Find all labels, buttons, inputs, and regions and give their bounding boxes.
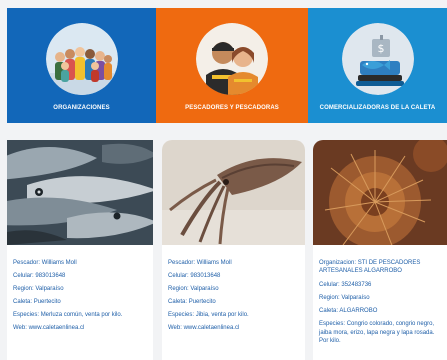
field-celular: Celular: 983013648	[13, 273, 66, 279]
field-web: Web: www.caletaenlinea.cl	[168, 325, 240, 331]
category-tabs: ORGANIZACIONES PESCADORES Y PESCADORAS $…	[0, 0, 447, 125]
field-region: Region: Valparaíso	[319, 295, 370, 301]
tab-label: PESCADORES Y PESCADORAS	[185, 105, 279, 111]
field-region: Region: Valparaíso	[168, 286, 219, 292]
field-celular: Celular: 983013648	[168, 273, 221, 279]
tab-label: ORGANIZACIONES	[53, 105, 110, 111]
web-link[interactable]: www.caletaenlinea.cl	[184, 325, 240, 331]
field-region: Region: Valparaíso	[13, 286, 64, 292]
seller-card[interactable]: Pescador: Williams Moll Celular: 9830136…	[162, 140, 305, 360]
squid-photo	[162, 140, 305, 245]
tab-label: COMERCIALIZADORAS DE LA CALETA	[319, 105, 436, 111]
fishers-icon	[196, 23, 268, 95]
tab-organizaciones[interactable]: ORGANIZACIONES	[7, 8, 156, 123]
field-organizacion: Organizacion: STI DE PESCADORES ARTESANA…	[319, 260, 421, 274]
field-caleta: Caleta: Puertecito	[13, 299, 61, 305]
field-especies: Especies: Merluza común, venta por kilo.	[13, 312, 123, 318]
fish-market-icon: $	[341, 23, 414, 95]
field-caleta: Caleta: ALGARROBO	[319, 308, 378, 314]
seller-card[interactable]: Organizacion: STI DE PESCADORES ARTESANA…	[313, 140, 447, 360]
field-web: Web: www.caletaenlinea.cl	[13, 325, 85, 331]
web-link[interactable]: www.caletaenlinea.cl	[29, 325, 85, 331]
seller-card[interactable]: Pescador: Williams Moll Celular: 9830136…	[7, 140, 153, 360]
tab-comercializadoras-de-la-caleta[interactable]: $ COMERCIALIZADORAS DE LA CALETA	[308, 8, 447, 123]
field-caleta: Caleta: Puertecito	[168, 299, 216, 305]
group-people-icon	[45, 23, 118, 95]
field-pescador: Pescador: Williams Moll	[13, 260, 77, 266]
field-especies: Especies: Jibia, venta por kilo.	[168, 312, 249, 318]
field-celular: Celular: 352483736	[319, 282, 372, 288]
svg-text:$: $	[377, 42, 384, 55]
field-pescador: Pescador: Williams Moll	[168, 260, 232, 266]
fish-photo	[7, 140, 153, 245]
tab-pescadores-y-pescadoras[interactable]: PESCADORES Y PESCADORAS	[156, 8, 308, 123]
sea-urchin-photo	[313, 140, 447, 245]
field-especies: Especies: Congrio colorado, congrio negr…	[319, 321, 435, 344]
